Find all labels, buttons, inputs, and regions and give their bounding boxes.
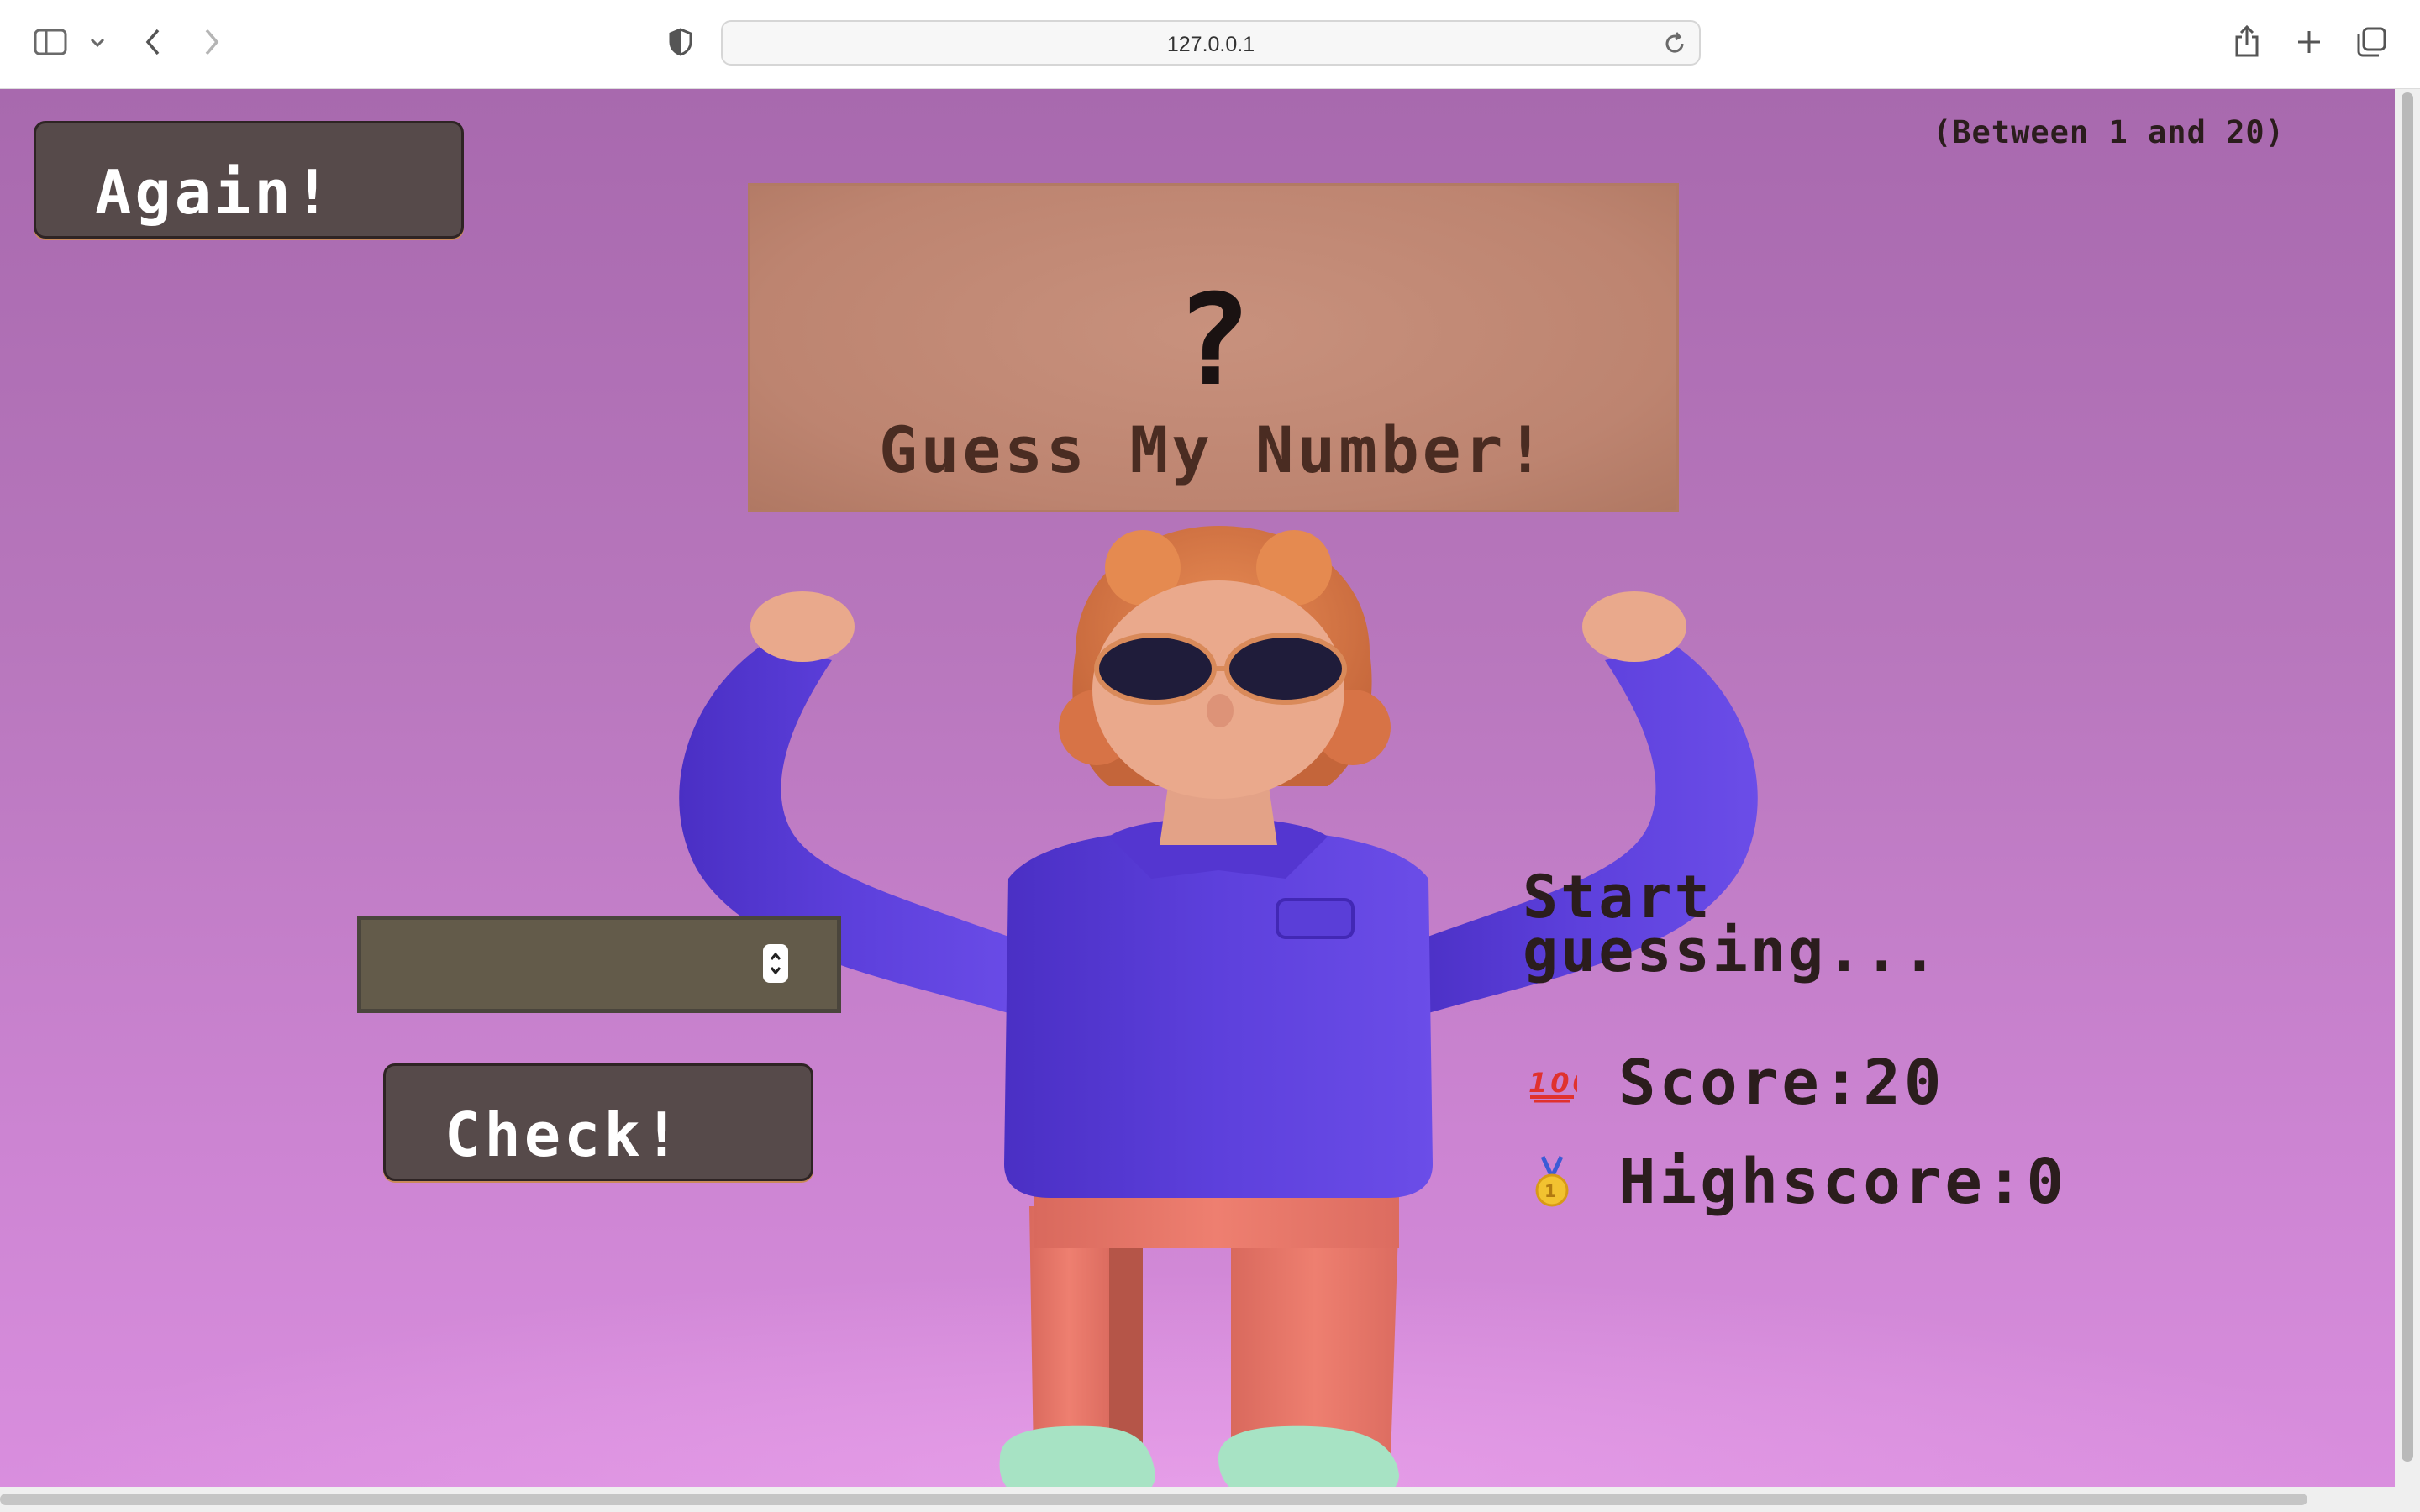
horizontal-scrollbar[interactable]: [0, 1487, 2395, 1512]
chevron-down-icon[interactable]: [77, 22, 118, 62]
address-bar[interactable]: 127.0.0.1: [721, 20, 1701, 66]
game-page: Again! (Between 1 and 20) ? Guess My Num…: [0, 89, 2395, 1487]
forward-icon[interactable]: [192, 22, 232, 62]
plus-icon[interactable]: [2289, 22, 2329, 62]
browser-toolbar: 127.0.0.1: [0, 0, 2420, 89]
range-hint: (Between 1 and 20): [1933, 114, 2285, 150]
highscore-value: 0: [2026, 1146, 2068, 1218]
reload-icon[interactable]: [1662, 31, 1687, 56]
horizontal-scroll-thumb[interactable]: [0, 1494, 2307, 1505]
stepper-arrows-icon: [770, 952, 781, 975]
vertical-scrollbar[interactable]: [2395, 89, 2420, 1512]
hundred-points-icon: 100: [1523, 1062, 1581, 1104]
score-row: 100 Score: 20: [1523, 1047, 1944, 1119]
sidebar-icon[interactable]: [30, 22, 71, 62]
number-sign: ? Guess My Number!: [748, 183, 1679, 512]
url-text: 127.0.0.1: [1166, 33, 1255, 56]
tabs-icon[interactable]: [2351, 22, 2391, 62]
vertical-scroll-thumb[interactable]: [2402, 92, 2413, 1462]
share-icon[interactable]: [2227, 22, 2267, 62]
again-button[interactable]: Again!: [34, 121, 464, 239]
back-icon[interactable]: [133, 22, 173, 62]
score-value: 20: [1863, 1047, 1945, 1119]
highscore-label: Highscore:: [1618, 1146, 2027, 1218]
check-button[interactable]: Check!: [383, 1063, 813, 1181]
highscore-row: 1 Highscore: 0: [1523, 1146, 2067, 1218]
shield-icon[interactable]: [660, 22, 701, 62]
medal-icon: 1: [1523, 1155, 1581, 1209]
svg-text:100: 100: [1528, 1067, 1577, 1099]
number-stepper[interactable]: [763, 944, 788, 983]
score-label: Score:: [1618, 1047, 1864, 1119]
message-line-2: guessing...: [1523, 916, 1940, 985]
svg-text:1: 1: [1544, 1181, 1560, 1201]
status-message: Start guessing...: [1523, 868, 2161, 985]
secret-number: ?: [1175, 268, 1252, 414]
page-title: Guess My Number!: [878, 412, 1549, 487]
